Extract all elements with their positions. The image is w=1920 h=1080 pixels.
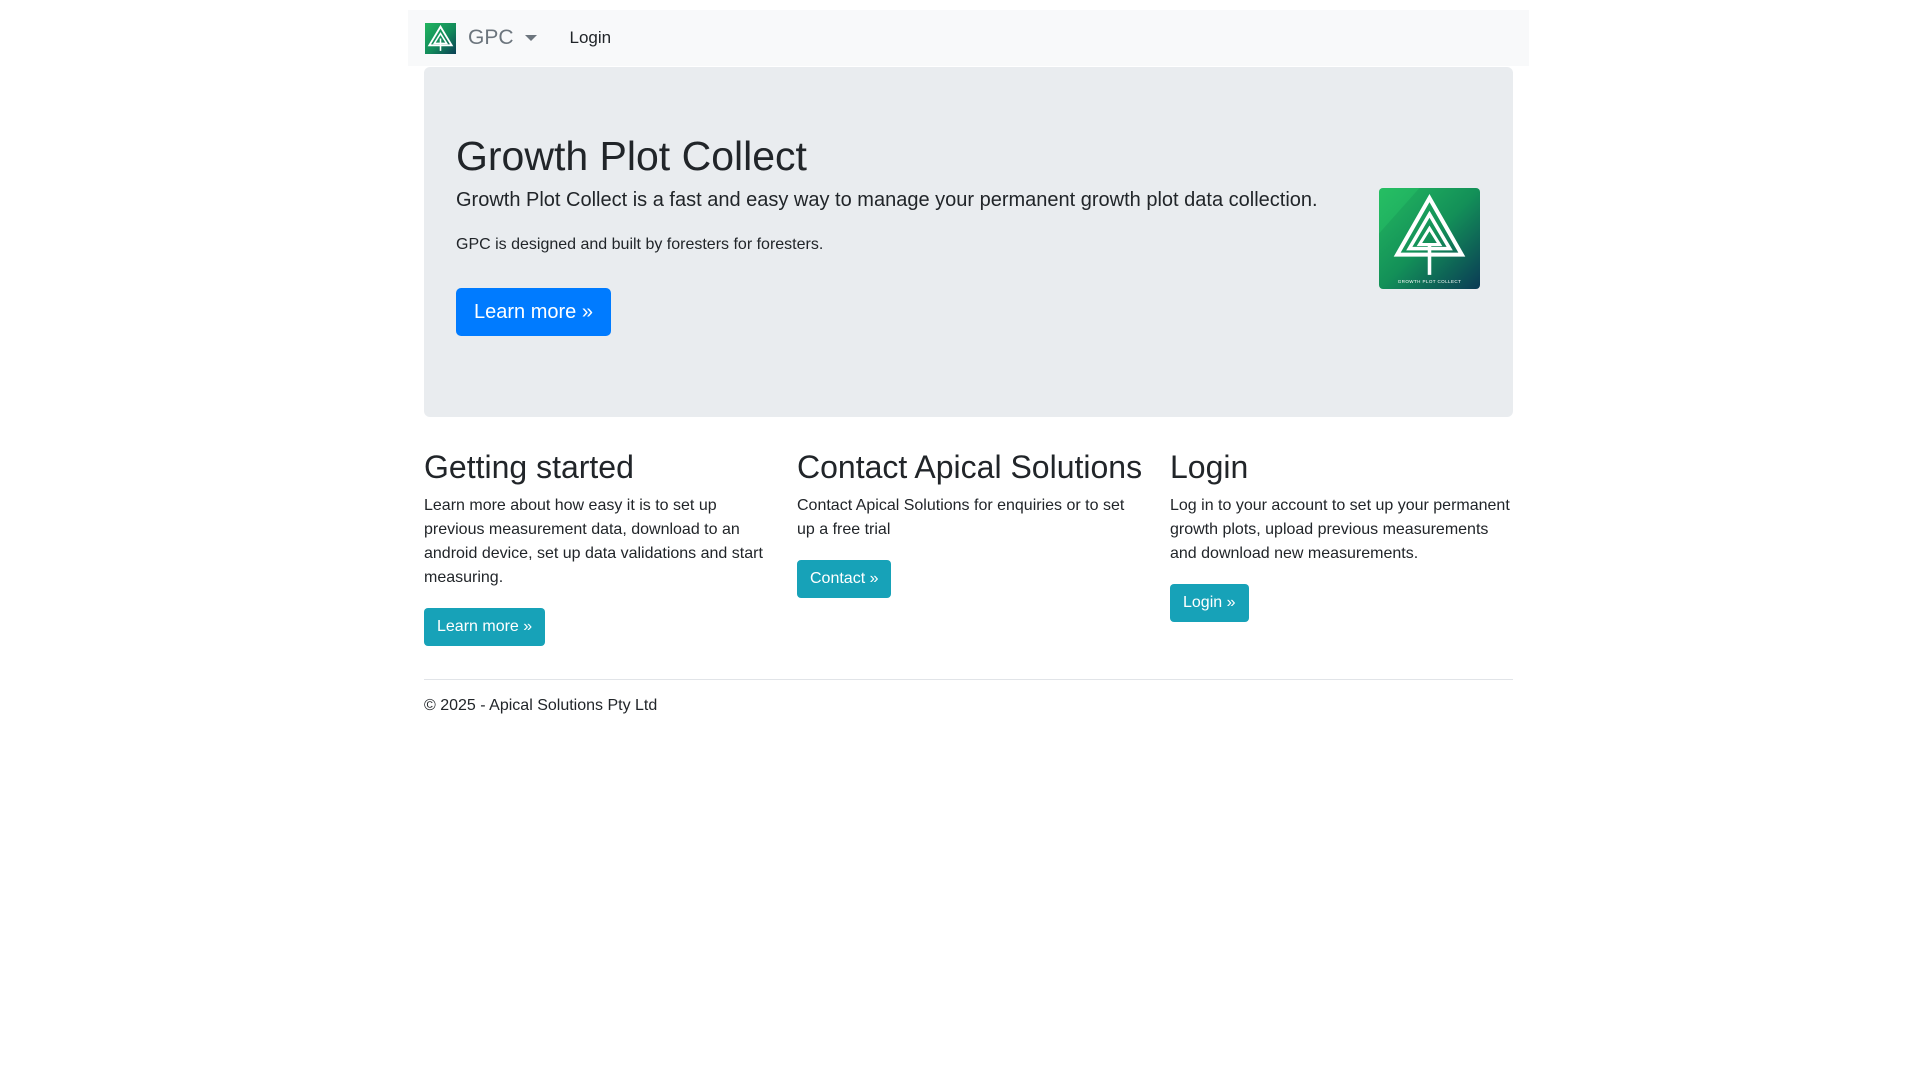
contact-column: Contact Apical Solutions Contact Apical … [797,448,1143,598]
getting-started-text: Learn more about how easy it is to set u… [424,497,763,586]
contact-button[interactable]: Contact » [797,560,892,598]
hero-subtitle: GPC is designed and built by foresters f… [456,236,824,253]
login-column: Login Log in to your account to set up y… [1170,448,1516,622]
footer-divider [424,679,1513,680]
growth-plot-collect-logo: GROWTH PLOT COLLECT [1379,188,1480,289]
hero-lead: Growth Plot Collect is a fast and easy w… [456,189,1318,211]
navbar: GPC Login [408,10,1529,66]
footer-copyright: © 2025 - Apical Solutions Pty Ltd [424,697,658,714]
hero-jumbotron: Growth Plot Collect Growth Plot Collect … [424,67,1513,417]
login-button[interactable]: Login » [1170,584,1249,622]
growth-plot-collect-logo-icon: GROWTH PLOT COLLECT [1379,188,1480,289]
brand-dropdown-toggle[interactable]: GPC [425,22,537,54]
login-text: Log in to your account to set up your pe… [1170,497,1510,562]
getting-started-learn-more-button[interactable]: Learn more » [424,608,546,646]
login-heading: Login [1170,449,1249,485]
brand-text: GPC [468,26,514,49]
contact-text: Contact Apical Solutions for enquiries o… [797,497,1125,538]
logo-caption: GROWTH PLOT COLLECT [1398,279,1462,284]
hero-title: Growth Plot Collect [456,133,807,179]
getting-started-column: Getting started Learn more about how eas… [424,448,770,646]
hero-learn-more-button[interactable]: Learn more » [456,288,611,336]
nav-login-link[interactable]: Login [570,28,612,48]
getting-started-heading: Getting started [424,449,634,485]
growth-plot-collect-logo-icon [425,22,456,54]
chevron-down-icon [524,35,537,41]
contact-heading: Contact Apical Solutions [797,449,1143,485]
